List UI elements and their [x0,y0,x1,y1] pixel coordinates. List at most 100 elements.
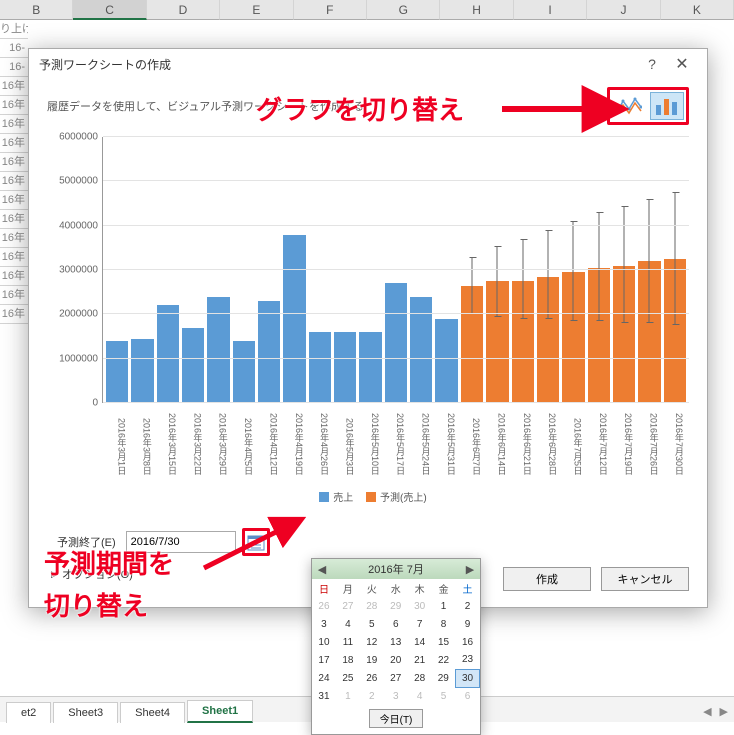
sheet-tab-et2[interactable]: et2 [6,702,51,723]
error-bar [674,192,675,325]
calendar-day[interactable]: 23 [456,651,480,669]
scroll-right-icon[interactable]: ▶ [720,705,728,718]
calendar-day[interactable]: 22 [432,651,456,669]
column-header-E[interactable]: E [220,0,293,20]
calendar-day[interactable]: 11 [336,633,360,651]
calendar-day[interactable]: 17 [312,651,336,669]
x-tick-label: 2016年7月26日 [638,403,660,475]
calendar-day[interactable]: 6 [456,687,480,705]
calendar-day[interactable]: 25 [336,669,360,687]
calendar-day[interactable]: 4 [408,687,432,705]
calendar-day[interactable]: 10 [312,633,336,651]
bar-slot [638,137,660,403]
calendar-day[interactable]: 29 [432,669,456,687]
calendar-day[interactable]: 15 [432,633,456,651]
calendar-next-button[interactable]: ▶ [462,563,478,576]
calendar-day[interactable]: 8 [432,615,456,633]
y-tick: 5000000 [47,176,98,187]
error-bar [573,221,574,321]
calendar-day[interactable]: 21 [408,651,432,669]
sheet-tab-Sheet3[interactable]: Sheet3 [53,702,118,723]
x-tick-label: 2016年4月5日 [233,403,255,475]
x-tick-label: 2016年6月28日 [537,403,559,475]
bar-slot [486,137,508,403]
calendar-day[interactable]: 27 [384,669,408,687]
help-button[interactable]: ? [637,56,667,72]
calendar-day[interactable]: 3 [312,615,336,633]
calendar-day[interactable]: 3 [384,687,408,705]
calendar-day[interactable]: 24 [312,669,336,687]
calendar-day[interactable]: 6 [384,615,408,633]
calendar-day[interactable]: 9 [456,615,480,633]
forecast-dialog: 予測ワークシートの作成 ? ✕ 履歴データを使用して、ビジュアル予測ワークシート… [28,48,708,608]
x-axis-labels: 2016年3月1日2016年3月8日2016年3月15日2016年3月22日20… [103,403,689,475]
calendar-prev-button[interactable]: ◀ [314,563,330,576]
x-tick-label: 2016年6月14日 [486,403,508,475]
x-tick-label: 2016年6月7日 [461,403,483,475]
calendar-day[interactable]: 4 [336,615,360,633]
calendar-day[interactable]: 30 [408,597,432,615]
error-bar [548,230,549,319]
x-tick-label: 2016年3月1日 [106,403,128,475]
chart-plot [103,137,689,403]
calendar-day[interactable]: 18 [336,651,360,669]
calendar-day[interactable]: 1 [432,597,456,615]
calendar-day[interactable]: 1 [336,687,360,705]
calendar-day[interactable]: 2 [456,597,480,615]
x-tick-label: 2016年4月12日 [258,403,280,475]
column-header-B[interactable]: B [0,0,73,20]
calendar-day[interactable]: 31 [312,687,336,705]
column-header-H[interactable]: H [440,0,513,20]
x-tick-label: 2016年7月5日 [562,403,584,475]
column-header-D[interactable]: D [147,0,220,20]
x-tick-label: 2016年5月31日 [435,403,457,475]
calendar-day[interactable]: 30 [456,669,480,687]
calendar-day[interactable]: 29 [384,597,408,615]
calendar-day[interactable]: 28 [408,669,432,687]
calendar-day[interactable]: 26 [312,597,336,615]
calendar-today-button[interactable]: 今日(T) [369,709,424,728]
bar-actual [359,332,381,403]
calendar-day[interactable]: 26 [360,669,384,687]
scroll-left-icon[interactable]: ◀ [703,705,711,718]
column-header-I[interactable]: I [514,0,587,20]
bar-actual [157,305,179,403]
calendar-day[interactable]: 5 [432,687,456,705]
column-header-K[interactable]: K [661,0,734,20]
legend-swatch-actual [319,492,329,502]
calendar-day[interactable]: 2 [360,687,384,705]
bar-chart-button[interactable] [650,92,684,120]
calendar-day[interactable]: 28 [360,597,384,615]
bar-slot [182,137,204,403]
calendar-day[interactable]: 19 [360,651,384,669]
calendar-day[interactable]: 13 [384,633,408,651]
close-button[interactable]: ✕ [667,54,697,74]
arrow-to-date-picker [200,512,310,575]
calendar-day[interactable]: 14 [408,633,432,651]
calendar-day[interactable]: 12 [360,633,384,651]
column-header-F[interactable]: F [294,0,367,20]
calendar-day[interactable]: 27 [336,597,360,615]
bar-slot [461,137,483,403]
cancel-button[interactable]: キャンセル [601,567,689,591]
y-tick: 1000000 [47,353,98,364]
column-header-G[interactable]: G [367,0,440,20]
calendar-day[interactable]: 16 [456,633,480,651]
bar-slot [309,137,331,403]
bar-actual [309,332,331,403]
create-button[interactable]: 作成 [503,567,591,591]
x-tick-label: 2016年4月26日 [309,403,331,475]
bar-slot [588,137,610,403]
y-axis: 0100000020000003000000400000050000006000… [47,137,103,403]
legend-forecast: 予測(売上) [380,493,427,504]
calendar-popup: ◀ 2016年 7月 ▶ 日月火水木金土26272829301234567891… [311,558,481,735]
column-header-J[interactable]: J [587,0,660,20]
sheet-tab-Sheet1[interactable]: Sheet1 [187,700,253,723]
calendar-day[interactable]: 7 [408,615,432,633]
bar-actual [233,341,255,403]
bar-slot [283,137,305,403]
sheet-tab-Sheet4[interactable]: Sheet4 [120,702,185,723]
calendar-day[interactable]: 20 [384,651,408,669]
calendar-day[interactable]: 5 [360,615,384,633]
column-header-C[interactable]: C [73,0,146,20]
